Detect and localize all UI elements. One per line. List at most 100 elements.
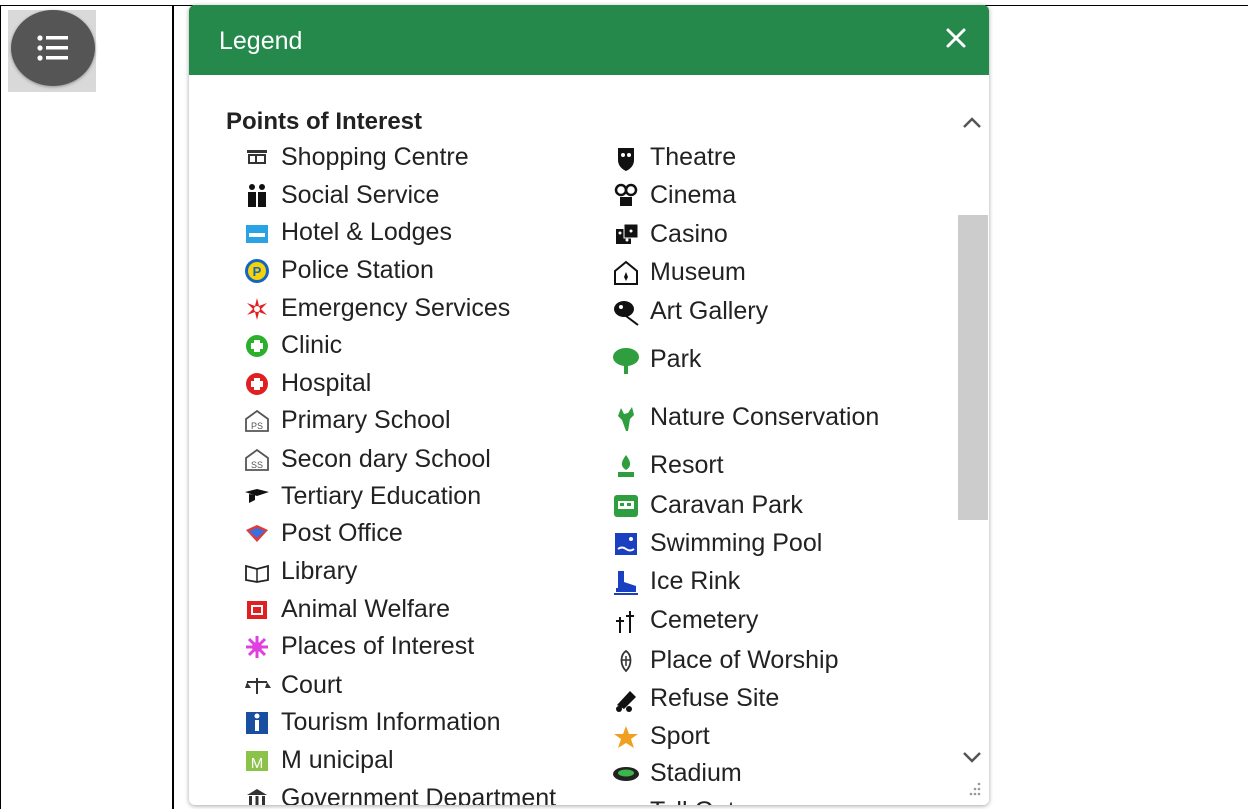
legend-item-label: Shopping Centre xyxy=(281,143,469,171)
legend-item-hotel: Hotel & Lodges xyxy=(243,218,452,247)
legend-item-label: Government Department xyxy=(281,784,557,805)
museum-icon xyxy=(612,259,640,287)
legend-item-library: Library xyxy=(243,557,357,586)
toll-gate-icon xyxy=(612,798,640,806)
legend-item-museum: Museum xyxy=(612,258,746,287)
ice-rink-icon xyxy=(612,568,640,596)
places-of-interest-icon xyxy=(243,633,271,661)
legend-item-primary-school: PS Primary School xyxy=(243,406,451,435)
svg-text:SS: SS xyxy=(251,460,263,470)
theatre-icon xyxy=(612,144,640,172)
legend-item-label: Sport xyxy=(650,722,710,750)
chevron-down-icon xyxy=(963,752,981,763)
legend-item-secondary-school: SS Secon dary School xyxy=(243,445,491,474)
legend-item-place-of-worship: Place of Worship xyxy=(612,646,839,675)
library-icon xyxy=(243,558,271,586)
legend-item-label: Hotel & Lodges xyxy=(281,218,452,246)
close-button[interactable] xyxy=(937,19,975,57)
legend-item-hospital: Hospital xyxy=(243,369,371,398)
svg-text:M: M xyxy=(251,755,264,772)
legend-item-cinema: Cinema xyxy=(612,181,736,210)
legend-item-label: Post Office xyxy=(281,519,403,547)
legend-item-label: Ice Rink xyxy=(650,567,741,595)
resize-grip-icon[interactable] xyxy=(965,780,983,798)
legend-item-art-gallery: Art Gallery xyxy=(612,297,768,326)
legend-item-label: Tertiary Education xyxy=(281,482,482,510)
casino-icon xyxy=(612,221,640,249)
legend-item-label: Secon dary School xyxy=(281,445,491,473)
legend-item-label: Library xyxy=(281,557,358,585)
legend-item-casino: Casino xyxy=(612,220,728,249)
legend-item-park: Park xyxy=(612,345,701,374)
legend-item-label: Theatre xyxy=(650,143,737,171)
legend-item-toll-gate: Toll Gate xyxy=(612,797,749,805)
legend-item-tourism-information: Tourism Information xyxy=(243,708,501,737)
legend-title: Legend xyxy=(219,27,303,55)
legend-item-clinic: Clinic xyxy=(243,331,342,360)
clinic-icon xyxy=(243,332,271,360)
tourism-information-icon xyxy=(243,709,271,737)
legend-header: Legend xyxy=(189,5,989,75)
legend-item-label: Places of Interest xyxy=(281,632,475,660)
legend-item-label: Park xyxy=(650,345,702,373)
scroll-up-button[interactable] xyxy=(961,113,983,133)
close-icon xyxy=(946,28,966,48)
municipal-icon: M xyxy=(243,747,271,775)
secondary-school-icon: SS xyxy=(243,446,271,474)
legend-item-emergency-services: Emergency Services xyxy=(243,294,510,323)
post-office-icon xyxy=(243,520,271,548)
animal-welfare-icon xyxy=(243,596,271,624)
hospital-icon xyxy=(243,370,271,398)
legend-item-label: Museum xyxy=(650,258,746,286)
legend-panel: Legend Points of Interest Shopping Centr… xyxy=(189,5,989,805)
swimming-pool-icon xyxy=(612,530,640,558)
caravan-park-icon xyxy=(612,492,640,520)
legend-item-label: M unicipal xyxy=(281,746,394,774)
legend-item-places-of-interest: Places of Interest xyxy=(243,632,474,661)
scrollbar-thumb[interactable] xyxy=(958,215,988,520)
frame-divider-line xyxy=(172,5,174,809)
legend-item-cemetery: Cemetery xyxy=(612,606,758,635)
shopping-centre-icon xyxy=(243,144,271,172)
legend-item-label: Court xyxy=(281,671,343,699)
cinema-icon xyxy=(612,182,640,210)
legend-item-tertiary-education: Tertiary Education xyxy=(243,482,481,511)
legend-item-government-department: Government Department xyxy=(243,784,556,805)
legend-item-sport: Sport xyxy=(612,722,710,751)
legend-item-label: Art Gallery xyxy=(650,297,769,325)
legend-item-label: Resort xyxy=(650,451,724,479)
hotel-icon xyxy=(243,219,271,247)
legend-item-label: Caravan Park xyxy=(650,491,803,519)
legend-item-label: Primary School xyxy=(281,406,451,434)
chevron-up-icon xyxy=(963,117,981,128)
legend-item-theatre: Theatre xyxy=(612,143,736,172)
legend-item-resort: Resort xyxy=(612,451,724,480)
legend-item-social-service: Social Service xyxy=(243,181,439,210)
legend-item-post-office: Post Office xyxy=(243,519,403,548)
legend-toggle-button[interactable] xyxy=(11,10,95,86)
court-icon xyxy=(243,672,271,700)
stadium-icon xyxy=(612,760,640,788)
social-service-icon xyxy=(243,182,271,210)
legend-item-label: Social Service xyxy=(281,181,440,209)
art-gallery-icon xyxy=(612,298,640,326)
legend-item-label: Emergency Services xyxy=(281,294,511,322)
legend-item-ice-rink: Ice Rink xyxy=(612,567,740,596)
legend-item-label: Tourism Information xyxy=(281,708,501,736)
legend-item-shopping-centre: Shopping Centre xyxy=(243,143,469,172)
legend-item-label: Clinic xyxy=(281,331,343,359)
legend-item-swimming-pool: Swimming Pool xyxy=(612,529,822,558)
frame-left-line xyxy=(0,5,1,809)
legend-item-label: Refuse Site xyxy=(650,684,780,712)
legend-item-nature-conservation: Nature Conservation xyxy=(612,403,879,432)
svg-text:PS: PS xyxy=(251,421,263,431)
legend-item-label: Cemetery xyxy=(650,606,759,634)
refuse-site-icon xyxy=(612,685,640,713)
scroll-down-button[interactable] xyxy=(961,747,983,767)
scrollbar[interactable] xyxy=(955,75,989,805)
cemetery-icon xyxy=(612,607,640,635)
legend-content: Points of Interest Shopping Centre Social… xyxy=(189,75,955,805)
park-icon xyxy=(612,346,640,374)
primary-school-icon: PS xyxy=(243,407,271,435)
legend-item-police-station: P Police Station xyxy=(243,256,434,285)
